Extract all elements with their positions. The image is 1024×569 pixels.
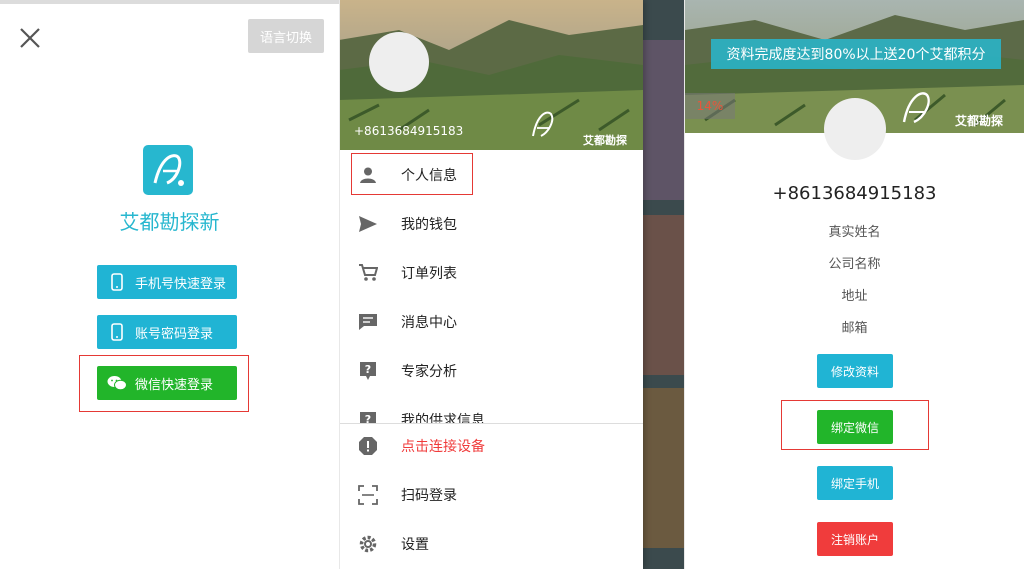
status-bar [0, 0, 339, 4]
menu-label: 扫码登录 [401, 488, 457, 504]
progress-indicator: 14% [685, 93, 735, 119]
account-login-label: 账号密码登录 [135, 326, 214, 342]
highlight-box [351, 153, 473, 195]
menu-label: 我的供求信息 [401, 413, 485, 423]
phone-login-button[interactable]: 手机号快速登录 [97, 265, 237, 299]
app-logo [143, 145, 193, 195]
menu-label: 专家分析 [401, 364, 457, 380]
highlight-box [781, 400, 929, 450]
drawer-phone-number: +8613684915183 [354, 124, 464, 138]
highlight-box [79, 355, 249, 412]
cart-icon [357, 262, 379, 284]
company-field: 公司名称 [828, 257, 881, 272]
menu-item-orders[interactable]: 订单列表 [339, 253, 643, 293]
completion-banner: 资料完成度达到80%以上送20个艾都积分 [711, 39, 1001, 69]
phone-number: +8613684915183 [772, 183, 937, 204]
logout-account-button[interactable]: 注销账户 [817, 522, 893, 556]
menu-label: 设置 [401, 537, 429, 553]
menu-item-expert[interactable]: ? 专家分析 [339, 351, 643, 391]
login-screen: 语言切换 艾都勘探新 手机号快速登录 账号密码登录 微信快速登录 [0, 0, 339, 569]
profile-screen: 资料完成度达到80%以上送20个艾都积分 14% 艾都勘探 +861368491… [685, 0, 1024, 569]
menu-item-messages[interactable]: 消息中心 [339, 302, 643, 342]
panel-divider [684, 0, 685, 569]
menu-item-connect-device[interactable]: 点击连接设备 [339, 426, 643, 466]
menu-item-scan-login[interactable]: 扫码登录 [339, 475, 643, 515]
language-switch-button[interactable]: 语言切换 [248, 19, 324, 53]
question-icon: ? [357, 360, 379, 382]
send-icon [357, 213, 379, 235]
app-name: 艾都勘探新 [119, 210, 220, 234]
scan-icon [357, 484, 379, 506]
phone-login-label: 手机号快速登录 [135, 276, 227, 292]
svg-text:?: ? [365, 413, 371, 423]
brand-logo-icon [902, 92, 930, 124]
avatar[interactable] [369, 32, 429, 92]
close-icon[interactable] [16, 24, 44, 52]
chat-icon [357, 311, 379, 333]
gear-icon [357, 533, 379, 555]
email-field: 邮箱 [841, 321, 868, 336]
brand-text: 艾都勘探 [583, 134, 627, 147]
svg-text:?: ? [365, 363, 371, 376]
alert-icon [357, 435, 379, 457]
edit-profile-button[interactable]: 修改资料 [817, 354, 893, 388]
menu-item-wallet[interactable]: 我的钱包 [339, 204, 643, 244]
phone-icon [105, 323, 129, 341]
avatar[interactable] [824, 98, 886, 160]
drawer-screen: +8613684915183 艾都勘探 个人信息 我的钱包 订单列表 消息中心 … [339, 0, 685, 569]
brand-logo-icon [532, 111, 554, 137]
menu-label: 订单列表 [401, 266, 457, 282]
menu-item-supply[interactable]: ? 我的供求信息 [339, 400, 643, 423]
real-name-field: 真实姓名 [828, 225, 881, 240]
phone-icon [105, 273, 129, 291]
bind-phone-button[interactable]: 绑定手机 [817, 466, 893, 500]
question-icon: ? [357, 410, 379, 423]
divider [339, 423, 643, 424]
menu-label: 我的钱包 [401, 217, 457, 233]
logo-icon [153, 154, 184, 186]
panel-divider [339, 0, 340, 569]
menu-label: 消息中心 [401, 315, 457, 331]
brand-text: 艾都勘探 [955, 114, 1004, 128]
address-field: 地址 [841, 289, 868, 304]
navigation-drawer: +8613684915183 艾都勘探 个人信息 我的钱包 订单列表 消息中心 … [339, 0, 643, 569]
drawer-header: +8613684915183 艾都勘探 [339, 0, 643, 150]
menu-item-settings[interactable]: 设置 [339, 524, 643, 564]
menu-label: 点击连接设备 [401, 439, 485, 455]
account-login-button[interactable]: 账号密码登录 [97, 315, 237, 349]
